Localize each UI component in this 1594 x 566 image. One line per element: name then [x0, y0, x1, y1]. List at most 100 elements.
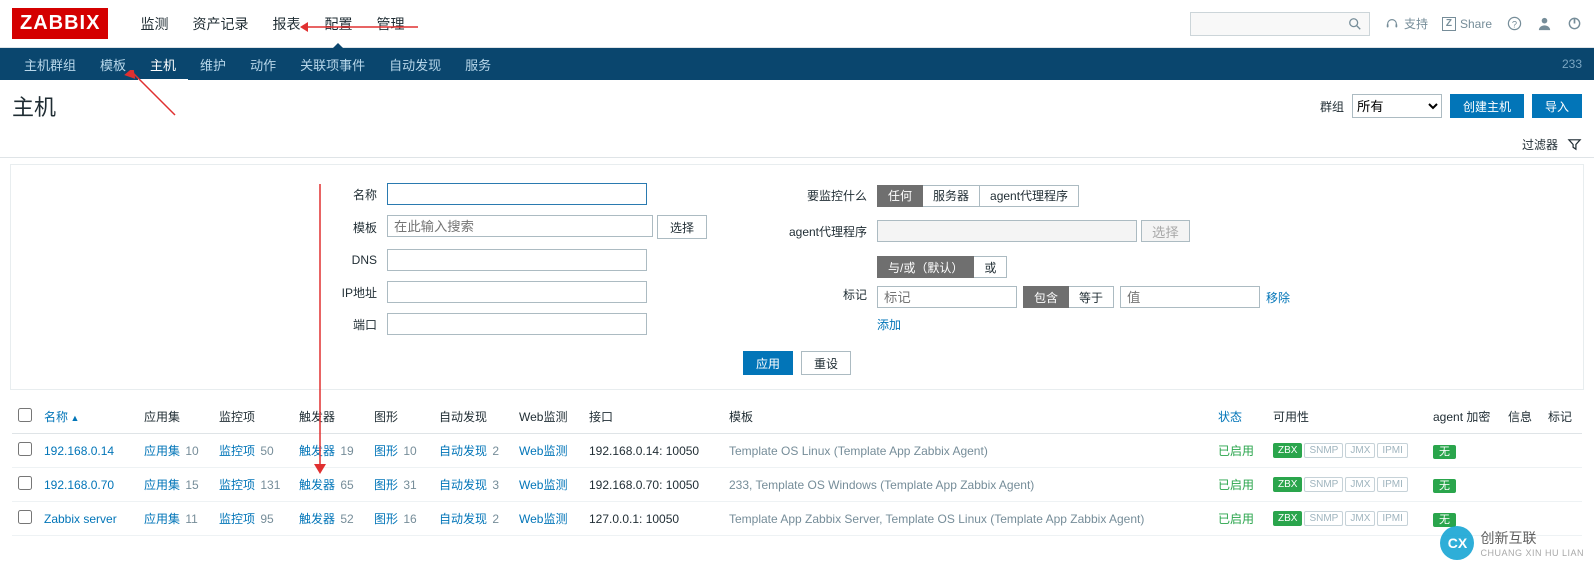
- cell-tags: [1542, 434, 1582, 468]
- filter-label[interactable]: 过滤器: [1522, 136, 1558, 153]
- label-dns: DNS: [297, 253, 387, 267]
- col-apps: 应用集: [138, 400, 213, 434]
- enc-badge: 无: [1433, 479, 1456, 493]
- filter-left-col: 名称 模板 选择 DNS IP地址 端口: [297, 183, 707, 335]
- select-all-checkbox[interactable]: [18, 408, 32, 422]
- cell-items: 监控项 95: [213, 502, 293, 536]
- monitor-segment: 任何服务器agent代理程序: [877, 185, 1297, 207]
- topnav-item-1[interactable]: 资产记录: [180, 0, 260, 48]
- subnav-item-1[interactable]: 模板: [88, 47, 138, 82]
- filter-ip-input[interactable]: [387, 281, 647, 303]
- col-status[interactable]: 状态: [1218, 410, 1242, 424]
- row-checkbox[interactable]: [18, 442, 32, 456]
- import-button[interactable]: 导入: [1532, 94, 1582, 118]
- col-enc: agent 加密: [1427, 400, 1502, 434]
- group-select[interactable]: 所有: [1352, 94, 1442, 118]
- subnav-item-4[interactable]: 动作: [238, 47, 288, 82]
- global-search[interactable]: [1190, 12, 1370, 36]
- topnav-right: 支持 Z Share ?: [1190, 12, 1582, 36]
- cell-info: [1502, 468, 1542, 502]
- row-checkbox[interactable]: [18, 476, 32, 490]
- filter-name-input[interactable]: [387, 183, 647, 205]
- monitor-seg-opt-2[interactable]: agent代理程序: [980, 185, 1079, 207]
- label-tags: 标记: [767, 286, 877, 303]
- cell-triggers: 触发器 65: [293, 468, 368, 502]
- cell-name: Zabbix server: [38, 502, 138, 536]
- topnav-item-3[interactable]: 配置: [312, 0, 364, 48]
- user-icon[interactable]: [1536, 16, 1552, 32]
- tagop-seg-opt-1[interactable]: 等于: [1069, 286, 1114, 308]
- cell-info: [1502, 434, 1542, 468]
- filter-port-input[interactable]: [387, 313, 647, 335]
- filter-panel: 名称 模板 选择 DNS IP地址 端口 要监控什么 任何服务器agent代理程…: [10, 164, 1584, 390]
- cell-graphs: 图形 31: [368, 468, 433, 502]
- tagmode-segment: 与/或（默认）或: [877, 256, 1297, 278]
- enc-badge: 无: [1433, 513, 1456, 527]
- topnav-item-0[interactable]: 监测: [128, 0, 180, 48]
- tag-value-input[interactable]: [1120, 286, 1260, 308]
- cell-items: 监控项 131: [213, 468, 293, 502]
- cell-templates: Template App Zabbix Server, Template OS …: [723, 502, 1212, 536]
- host-link[interactable]: Zabbix server: [44, 512, 117, 526]
- subnav-item-3[interactable]: 维护: [188, 47, 238, 82]
- topnav-item-2[interactable]: 报表: [260, 0, 312, 48]
- tagmode-seg-opt-0[interactable]: 与/或（默认）: [877, 256, 974, 278]
- page-header: 主机 群组 所有 创建主机 导入: [0, 80, 1594, 132]
- cell-status: 已启用: [1212, 468, 1267, 502]
- power-icon[interactable]: [1566, 16, 1582, 32]
- filter-toggle-bar: 过滤器: [0, 132, 1594, 158]
- filter-template-input[interactable]: [387, 215, 653, 237]
- tag-name-input[interactable]: [877, 286, 1017, 308]
- host-link[interactable]: 192.168.0.70: [44, 478, 114, 492]
- cell-templates: Template OS Linux (Template App Zabbix A…: [723, 434, 1212, 468]
- subnav-count: 233: [1562, 57, 1582, 71]
- cell-discovery: 自动发现 3: [433, 468, 513, 502]
- template-select-button[interactable]: 选择: [657, 215, 707, 239]
- reset-button[interactable]: 重设: [801, 351, 851, 375]
- topnav-item-4[interactable]: 管理: [364, 0, 416, 48]
- tagop-seg-opt-0[interactable]: 包含: [1023, 286, 1069, 308]
- tag-remove-link[interactable]: 移除: [1266, 289, 1290, 306]
- logo[interactable]: ZABBIX: [12, 8, 108, 39]
- label-monitor: 要监控什么: [767, 187, 877, 204]
- cell-tags: [1542, 468, 1582, 502]
- tagop-segment: 包含等于: [1023, 286, 1114, 308]
- avail-chip: IPMI: [1377, 477, 1408, 492]
- watermark: CX 创新互联 CHUANG XIN HU LIAN: [1440, 526, 1584, 560]
- col-graphs: 图形: [368, 400, 433, 434]
- hosts-table-wrap: 名称 应用集 监控项 触发器 图形 自动发现 Web监测 接口 模板 状态 可用…: [0, 400, 1594, 556]
- subnav-item-2[interactable]: 主机: [138, 47, 188, 82]
- monitor-seg-opt-1[interactable]: 服务器: [923, 185, 980, 207]
- apply-button[interactable]: 应用: [743, 351, 793, 375]
- share-link[interactable]: Z Share: [1442, 17, 1492, 31]
- host-link[interactable]: 192.168.0.14: [44, 444, 114, 458]
- avail-chip: ZBX: [1273, 443, 1302, 458]
- filter-dns-input[interactable]: [387, 249, 647, 271]
- subnav-item-0[interactable]: 主机群组: [12, 47, 88, 82]
- row-checkbox[interactable]: [18, 510, 32, 524]
- page-title: 主机: [12, 90, 56, 122]
- filter-icon[interactable]: [1566, 137, 1582, 153]
- help-icon[interactable]: ?: [1506, 16, 1522, 32]
- cell-apps: 应用集 11: [138, 502, 213, 536]
- table-row: 192.168.0.70应用集 15监控项 131触发器 65图形 31自动发现…: [12, 468, 1582, 502]
- watermark-logo: CX: [1440, 526, 1474, 560]
- tag-add-link[interactable]: 添加: [877, 318, 901, 332]
- col-name[interactable]: 名称: [44, 410, 79, 424]
- tagmode-seg-opt-1[interactable]: 或: [974, 256, 1007, 278]
- subnav-item-7[interactable]: 服务: [453, 47, 503, 82]
- cell-status: 已启用: [1212, 434, 1267, 468]
- subnav-item-6[interactable]: 自动发现: [377, 47, 453, 82]
- topnav-items: 监测资产记录报表配置管理: [128, 0, 416, 48]
- create-host-button[interactable]: 创建主机: [1450, 94, 1524, 118]
- label-proxy: agent代理程序: [767, 223, 877, 240]
- cell-iface: 192.168.0.14: 10050: [583, 434, 723, 468]
- cell-iface: 127.0.0.1: 10050: [583, 502, 723, 536]
- table-row: 192.168.0.14应用集 10监控项 50触发器 19图形 10自动发现 …: [12, 434, 1582, 468]
- cell-status: 已启用: [1212, 502, 1267, 536]
- search-icon: [1347, 16, 1363, 32]
- support-link[interactable]: 支持: [1384, 15, 1428, 32]
- subnav-item-5[interactable]: 关联项事件: [288, 47, 377, 82]
- monitor-seg-opt-0[interactable]: 任何: [877, 185, 923, 207]
- avail-chip: ZBX: [1273, 511, 1302, 526]
